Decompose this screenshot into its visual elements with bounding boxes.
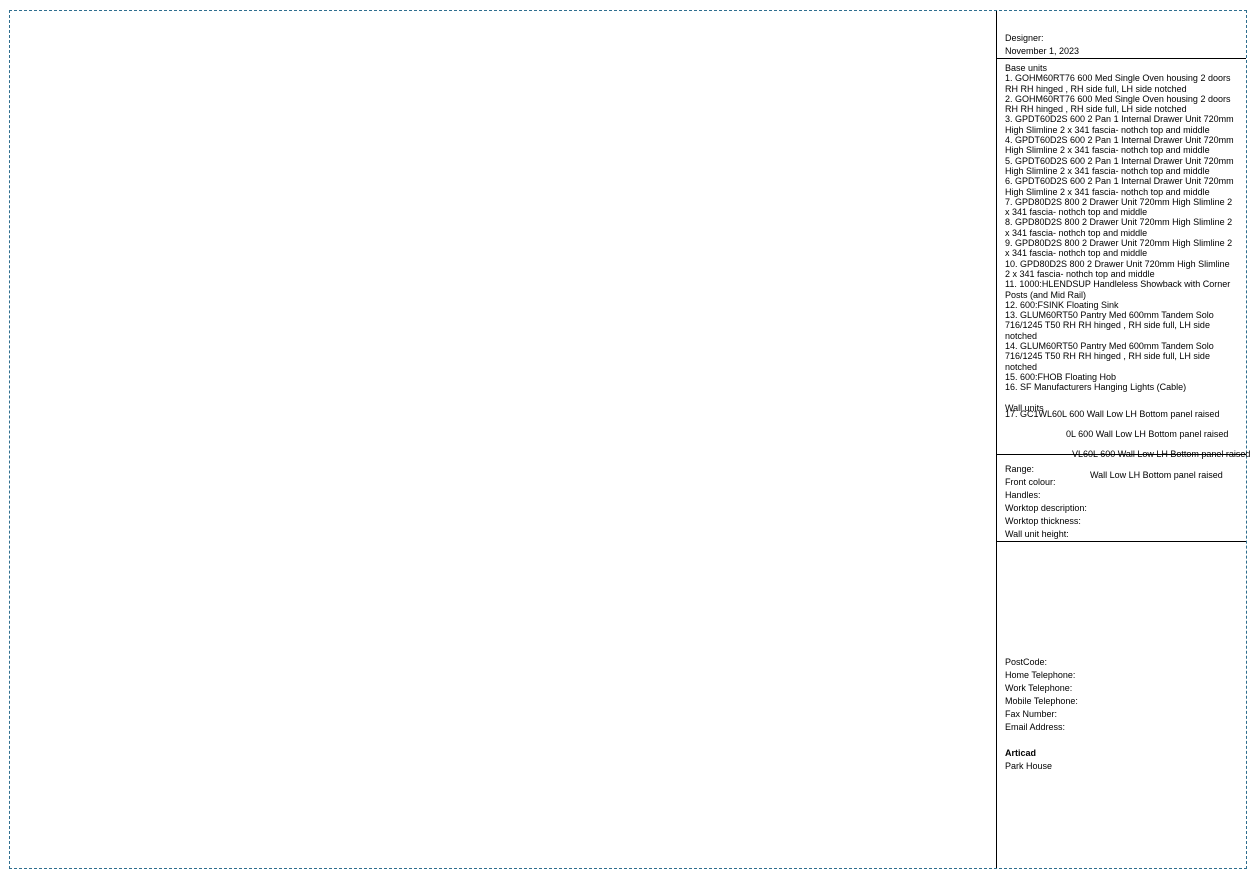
- list-item: 16. SF Manufacturers Hanging Lights (Cab…: [1005, 382, 1187, 393]
- range-label: Range:: [1005, 464, 1035, 474]
- contact-list: PostCode: Home Telephone: Work Telephone…: [1005, 656, 1078, 773]
- list-item: 2. GOHM60RT76 600 Med Single Oven housin…: [1005, 93, 1231, 115]
- list-item: 13. GLUM60RT50 Pantry Med 600mm Tandem S…: [1005, 310, 1214, 341]
- list-item: 0L 600 Wall Low LH Bottom panel raised: [1066, 429, 1229, 439]
- contact-box: PostCode: Home Telephone: Work Telephone…: [997, 542, 1246, 868]
- specs-box: Range: Front colour: Handles: Worktop de…: [997, 455, 1246, 542]
- company-address: Park House: [1005, 761, 1053, 771]
- mobile-telephone-label: Mobile Telephone:: [1005, 696, 1078, 706]
- postcode-label: PostCode:: [1005, 657, 1048, 667]
- list-item: 11. 1000:HLENDSUP Handleless Showback wi…: [1005, 279, 1231, 300]
- email-address-label: Email Address:: [1005, 722, 1066, 732]
- handles-label: Handles:: [1005, 490, 1041, 500]
- list-item: 9. GPD80D2S 800 2 Drawer Unit 720mm High…: [1005, 238, 1233, 259]
- designer-label: Designer:: [1005, 33, 1044, 43]
- list-item: 5. GPDT60D2S 600 2 Pan 1 Internal Drawer…: [1005, 155, 1234, 176]
- list-item: 14. GLUM60RT50 Pantry Med 600mm Tandem S…: [1005, 341, 1214, 372]
- drawing-date: November 1, 2023: [1005, 46, 1080, 56]
- drawing-sheet: Designer: November 1, 2023 Base units 1.…: [9, 10, 1250, 869]
- drawing-area: [10, 11, 996, 868]
- work-telephone-label: Work Telephone:: [1005, 683, 1073, 693]
- list-item: 8. GPD80D2S 800 2 Drawer Unit 720mm High…: [1005, 217, 1233, 238]
- fax-number-label: Fax Number:: [1005, 709, 1058, 719]
- list-item: 3. GPDT60D2S 600 2 Pan 1 Internal Drawer…: [1005, 114, 1234, 135]
- title-block: Designer: November 1, 2023 Base units 1.…: [996, 11, 1250, 868]
- base-units-title: Base units: [1005, 63, 1048, 73]
- wall-unit-height-label: Wall unit height:: [1005, 529, 1069, 539]
- list-item: 4. GPDT60D2S 600 2 Pan 1 Internal Drawer…: [1005, 135, 1234, 156]
- units-box: Base units 1. GOHM60RT76 600 Med Single …: [997, 59, 1246, 455]
- company-name: Articad: [1005, 748, 1037, 758]
- worktop-thickness-label: Worktop thickness:: [1005, 516, 1081, 526]
- list-item: 1. GOHM60RT76 600 Med Single Oven housin…: [1005, 73, 1231, 94]
- list-item: 7. GPD80D2S 800 2 Drawer Unit 720mm High…: [1005, 196, 1233, 218]
- list-item: 17. GC1WL60L 600 Wall Low LH Bottom pane…: [1005, 409, 1220, 419]
- specs-list: Range: Front colour: Handles: Worktop de…: [1005, 463, 1237, 541]
- list-item: 10. GPD80D2S 800 2 Drawer Unit 720mm Hig…: [1005, 258, 1230, 279]
- home-telephone-label: Home Telephone:: [1005, 670, 1076, 680]
- worktop-description-label: Worktop description:: [1005, 503, 1087, 513]
- front-colour-label: Front colour:: [1005, 477, 1056, 487]
- list-item: 15. 600:FHOB Floating Hob: [1005, 371, 1117, 382]
- list-item: 6. GPDT60D2S 600 2 Pan 1 Internal Drawer…: [1005, 176, 1234, 197]
- list-item: 12. 600:FSINK Floating Sink: [1005, 299, 1119, 310]
- units-list: Base units 1. GOHM60RT76 600 Med Single …: [1005, 63, 1237, 413]
- designer-box: Designer: November 1, 2023: [997, 11, 1246, 59]
